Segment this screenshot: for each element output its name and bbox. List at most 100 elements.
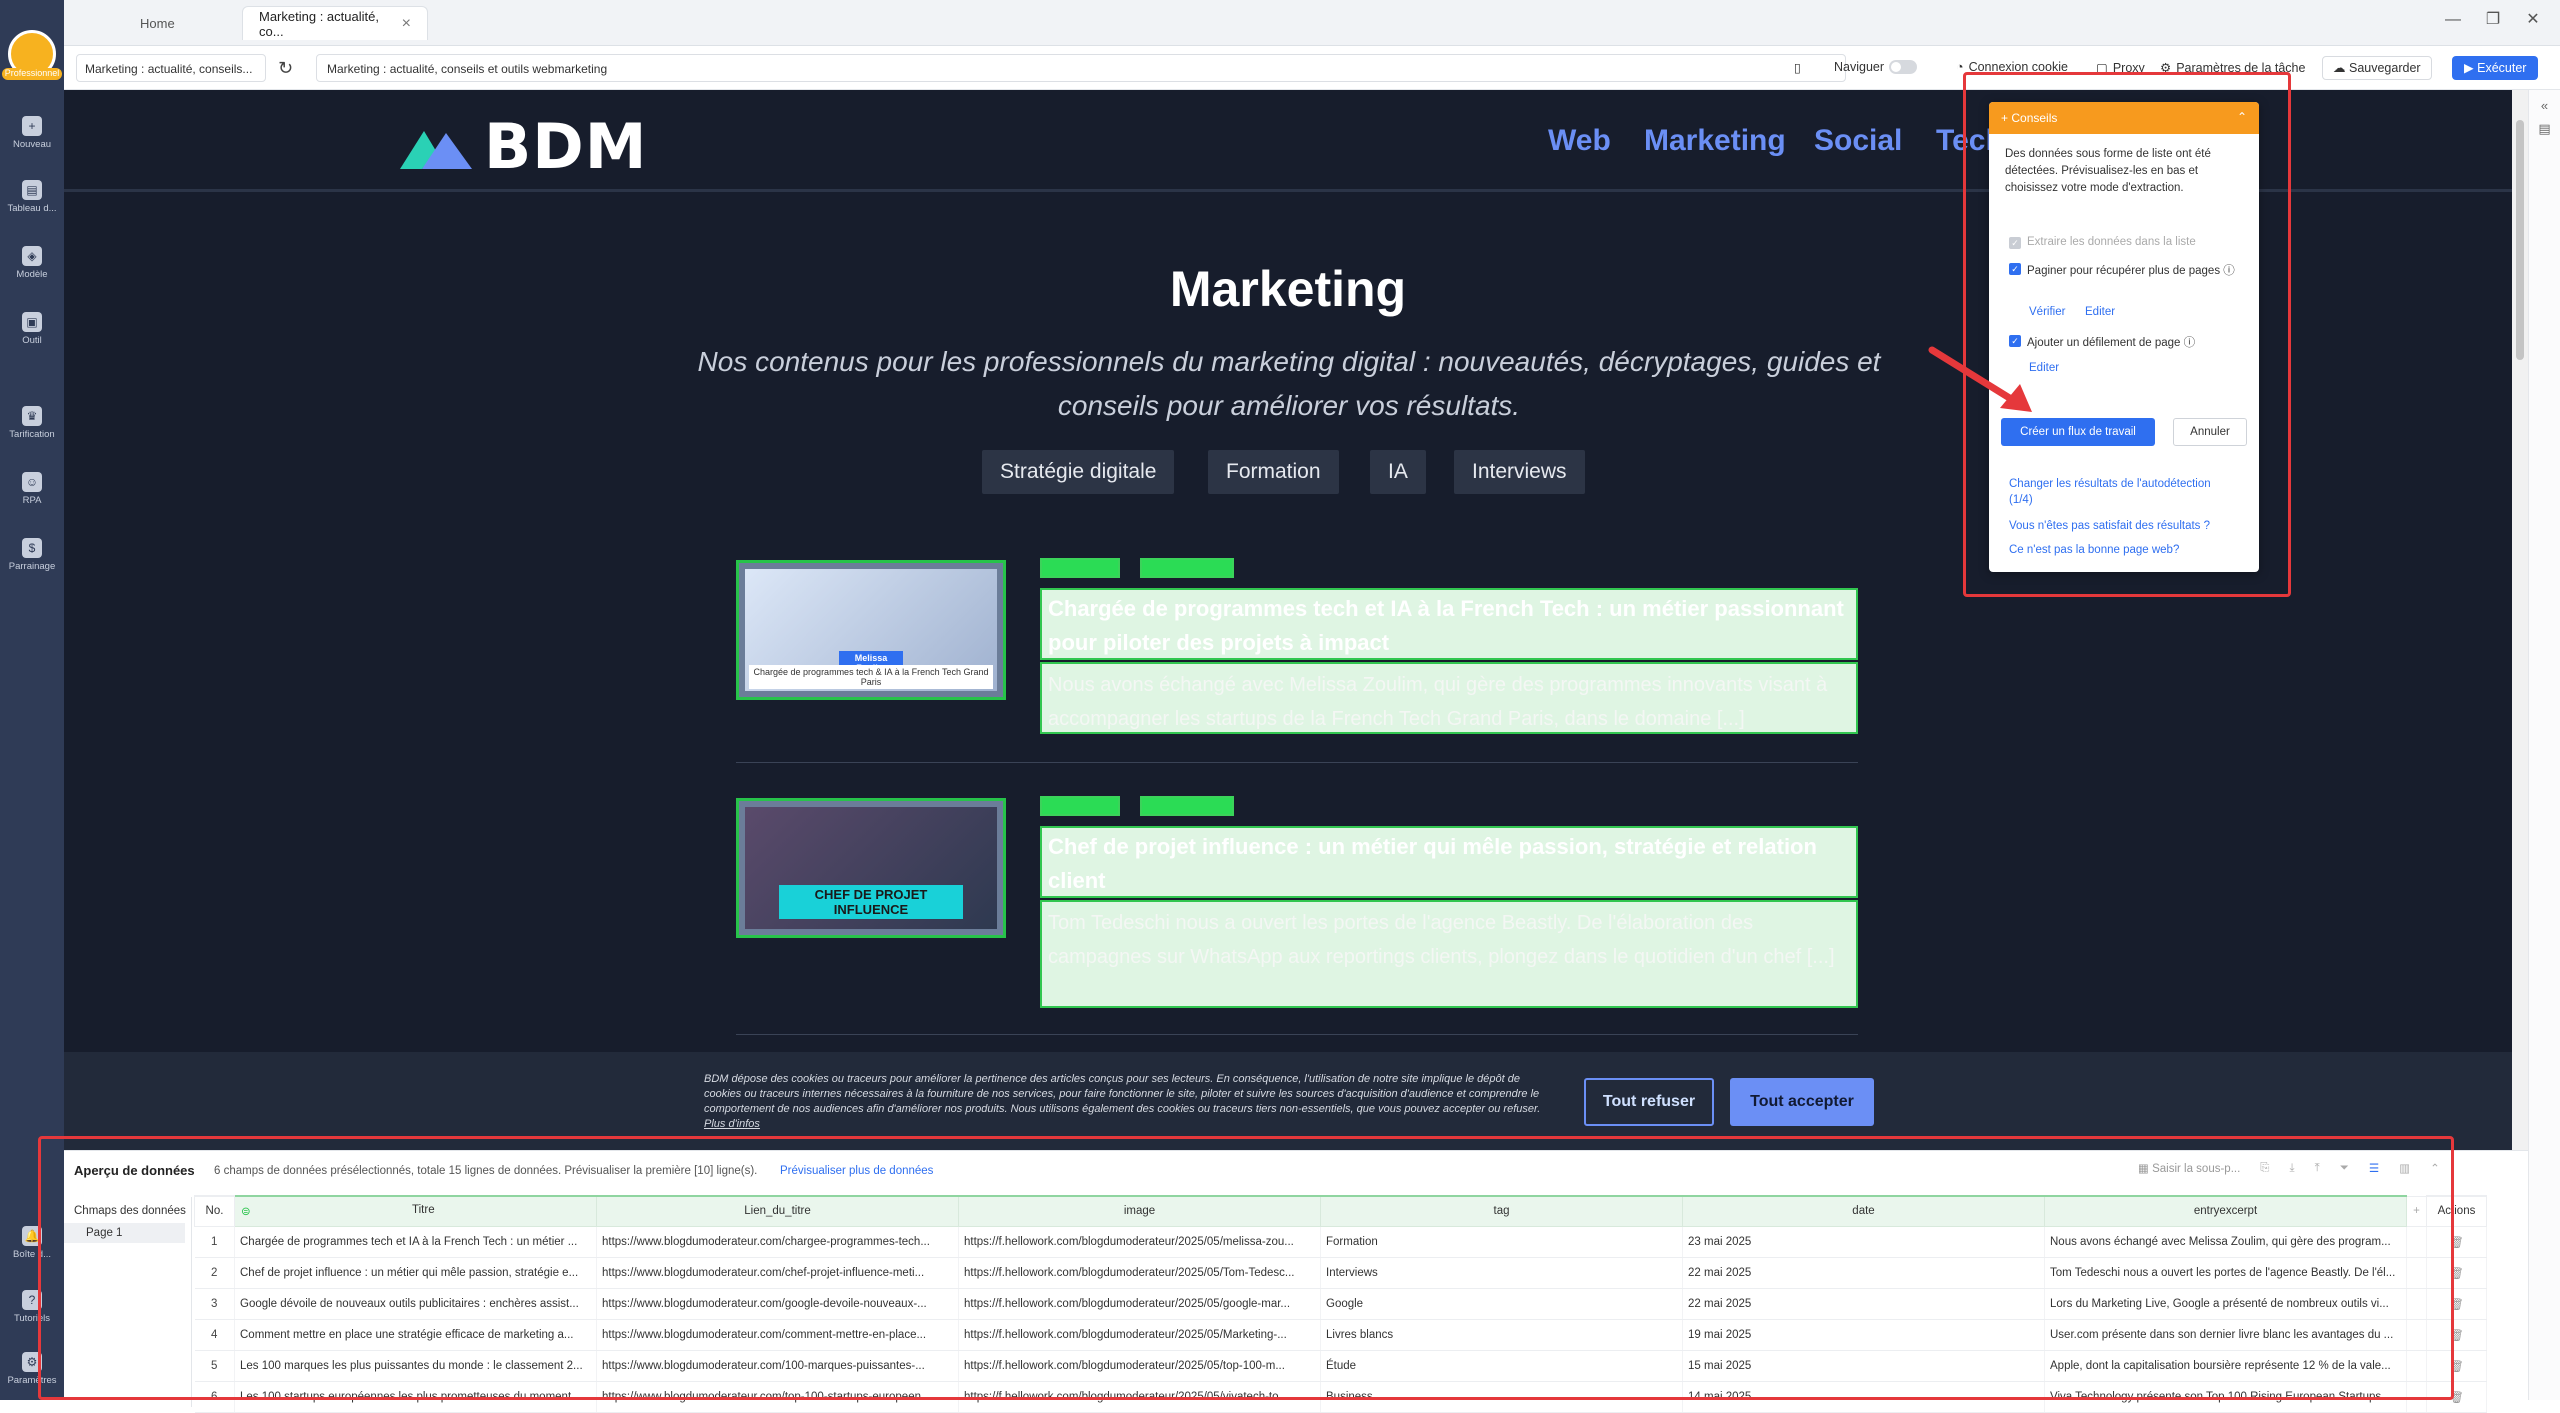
close-tab-icon[interactable]: ×	[402, 15, 411, 33]
save-button[interactable]: ☁ Sauvegarder	[2322, 56, 2432, 80]
cookie-description: BDM dépose des cookies ou traceurs pour …	[704, 1073, 1541, 1115]
article-date-highlight	[1140, 558, 1234, 578]
cookie-more-link[interactable]: Plus d'infos	[704, 1118, 760, 1130]
unsatisfied-link[interactable]: Vous n'êtes pas satisfait des résultats …	[2009, 520, 2210, 532]
right-rail: « ▤	[2528, 90, 2560, 1400]
change-autodetect-link[interactable]: Changer les résultats de l'autodétection…	[2009, 476, 2229, 508]
window-titlebar: Home Marketing : actualité, co... × — ❐ …	[64, 0, 2560, 46]
toolbox-icon: ▣	[22, 312, 42, 332]
execute-button[interactable]: ▶ Exécuter	[2452, 56, 2539, 80]
cancel-button[interactable]: Annuler	[2173, 418, 2247, 446]
tab-label: Marketing : actualité, co...	[259, 8, 379, 39]
sidebar-item-tableau[interactable]: ▤ Tableau d...	[0, 180, 64, 214]
close-window-icon[interactable]: ✕	[2516, 8, 2550, 32]
accept-all-button[interactable]: Tout accepter	[1730, 1078, 1874, 1126]
panel-icon[interactable]: ▤	[2529, 121, 2560, 137]
wrong-page-link[interactable]: Ce n'est pas la bonne page web?	[2009, 544, 2179, 556]
dashboard-icon: ▤	[22, 180, 42, 200]
sidebar-item-rpa[interactable]: ☺ RPA	[0, 472, 64, 506]
save-label: Sauvegarder	[2348, 61, 2421, 75]
sidebar-item-label: Parrainage	[8, 561, 56, 572]
tips-plus-icon: +	[2001, 111, 2009, 125]
page-scrollbar[interactable]	[2512, 90, 2528, 1150]
tab-label: Home	[140, 15, 175, 31]
article-title: Chargée de programmes tech et IA à la Fr…	[1048, 596, 1844, 655]
article-title-highlight[interactable]: Chargée de programmes tech et IA à la Fr…	[1040, 588, 1858, 660]
maximize-icon[interactable]: ❐	[2476, 8, 2510, 32]
checkbox-icon: ✓	[2009, 237, 2021, 249]
tips-header: + Conseils ⌃	[1989, 102, 2259, 134]
article-title: Chef de projet influence : un métier qui…	[1048, 834, 1817, 893]
preview-red-outline	[38, 1136, 2454, 1400]
edit-pagination-link[interactable]: Editer	[2085, 306, 2115, 318]
sidebar-item-label: RPA	[22, 495, 42, 506]
checkbox-icon[interactable]: ✓	[2009, 263, 2021, 275]
sidebar-item-modele[interactable]: ◈ Modèle	[0, 246, 64, 280]
article-tag-highlight	[1040, 558, 1120, 578]
chip-formation[interactable]: Formation	[1208, 450, 1339, 494]
page-title-chip: Marketing : actualité, conseils...	[76, 54, 266, 82]
article-date-highlight	[1140, 796, 1234, 816]
article-title-highlight[interactable]: Chef de projet influence : un métier qui…	[1040, 826, 1858, 898]
scrollbar-thumb[interactable]	[2516, 120, 2524, 360]
sidebar-item-label: Nouveau	[12, 139, 52, 150]
sidebar-item-outil[interactable]: ▣ Outil	[0, 312, 64, 346]
option-label: Paginer pour récupérer plus de pages ⓘ	[2027, 265, 2235, 277]
template-icon: ◈	[22, 246, 42, 266]
navigate-toggle[interactable]: Naviguer	[1834, 60, 1918, 74]
cookie-icon: ◔	[1956, 60, 1964, 74]
crown-icon: ♛	[22, 406, 42, 426]
nav-web[interactable]: Web	[1548, 124, 1611, 158]
plan-badge: Professionnel	[2, 68, 62, 80]
create-workflow-button[interactable]: Créer un flux de travail	[2001, 418, 2155, 446]
article-divider	[736, 1034, 1858, 1035]
page-icon[interactable]: ▯	[1794, 60, 1801, 75]
tips-description: Des données sous forme de liste ont été …	[2005, 148, 2211, 194]
reload-icon[interactable]: ↻	[278, 58, 293, 79]
nav-marketing[interactable]: Marketing	[1644, 124, 1786, 158]
extract-list-option: ✓ Extraire les données dans la liste	[2009, 236, 2196, 249]
article-excerpt-highlight: Nous avons échangé avec Melissa Zoulim, …	[1040, 662, 1858, 734]
chip-strategie[interactable]: Stratégie digitale	[982, 450, 1175, 494]
site-logo[interactable]: BDM	[400, 110, 647, 183]
sidebar-item-label: Modèle	[16, 269, 48, 280]
article-excerpt: Nous avons échangé avec Melissa Zoulim, …	[1048, 674, 1828, 730]
url-input[interactable]: Marketing : actualité, conseils et outil…	[316, 54, 1846, 82]
red-arrow-icon	[1928, 346, 2032, 412]
page-subtitle: Nos contenus pour les professionnels du …	[697, 346, 1881, 421]
sidebar-item-tarification[interactable]: ♛ Tarification	[0, 406, 64, 440]
tab-marketing[interactable]: Marketing : actualité, co... ×	[242, 6, 428, 40]
bdm-logo-icon	[400, 130, 472, 169]
sidebar-item-parrainage[interactable]: $ Parrainage	[0, 538, 64, 572]
verify-link[interactable]: Vérifier	[2029, 306, 2065, 318]
sidebar-item-label: Outil	[22, 335, 42, 346]
article-thumbnail[interactable]: TOM TEDESCHI CHEF DE PROJET INFLUENCE	[736, 798, 1006, 938]
option-label: Extraire les données dans la liste	[2027, 236, 2196, 248]
sidebar-item-nouveau[interactable]: + Nouveau	[0, 116, 64, 150]
plus-icon: +	[22, 116, 42, 136]
robot-icon: ☺	[22, 472, 42, 492]
chip-interviews[interactable]: Interviews	[1454, 450, 1585, 494]
cookie-text: BDM dépose des cookies ou traceurs pour …	[704, 1072, 1554, 1132]
article-excerpt: Tom Tedeschi nous a ouvert les portes de…	[1048, 912, 1835, 968]
toggle-switch[interactable]	[1889, 60, 1918, 74]
image-caption: CHEF DE PROJET INFLUENCE	[779, 885, 963, 919]
article-tag-highlight	[1040, 796, 1120, 816]
sidebar-item-label: Tableau d...	[7, 203, 57, 214]
paginate-option[interactable]: ✓ Paginer pour récupérer plus de pages ⓘ	[2009, 262, 2235, 278]
chevron-up-icon[interactable]: ⌃	[2237, 110, 2247, 124]
article-thumbnail[interactable]: Melissa Zoulim Chargée de programmes tec…	[736, 560, 1006, 700]
sidebar-item-label: Tarification	[9, 429, 55, 440]
cloud-icon: ☁	[2333, 61, 2346, 75]
nav-social[interactable]: Social	[1814, 124, 1902, 158]
info-icon: ⓘ	[2223, 265, 2235, 277]
option-label: Ajouter un défilement de page ⓘ	[2027, 337, 2196, 349]
collapse-panel-icon[interactable]: «	[2529, 98, 2560, 113]
execute-label: Exécuter	[2477, 61, 2527, 75]
chip-ia[interactable]: IA	[1370, 450, 1426, 494]
refuse-all-button[interactable]: Tout refuser	[1584, 1078, 1714, 1126]
minimize-icon[interactable]: —	[2436, 8, 2470, 32]
play-icon: ▶	[2464, 61, 2474, 75]
tab-home[interactable]: Home	[124, 6, 191, 40]
image-caption: Chargée de programmes tech & IA à la Fre…	[749, 665, 993, 689]
